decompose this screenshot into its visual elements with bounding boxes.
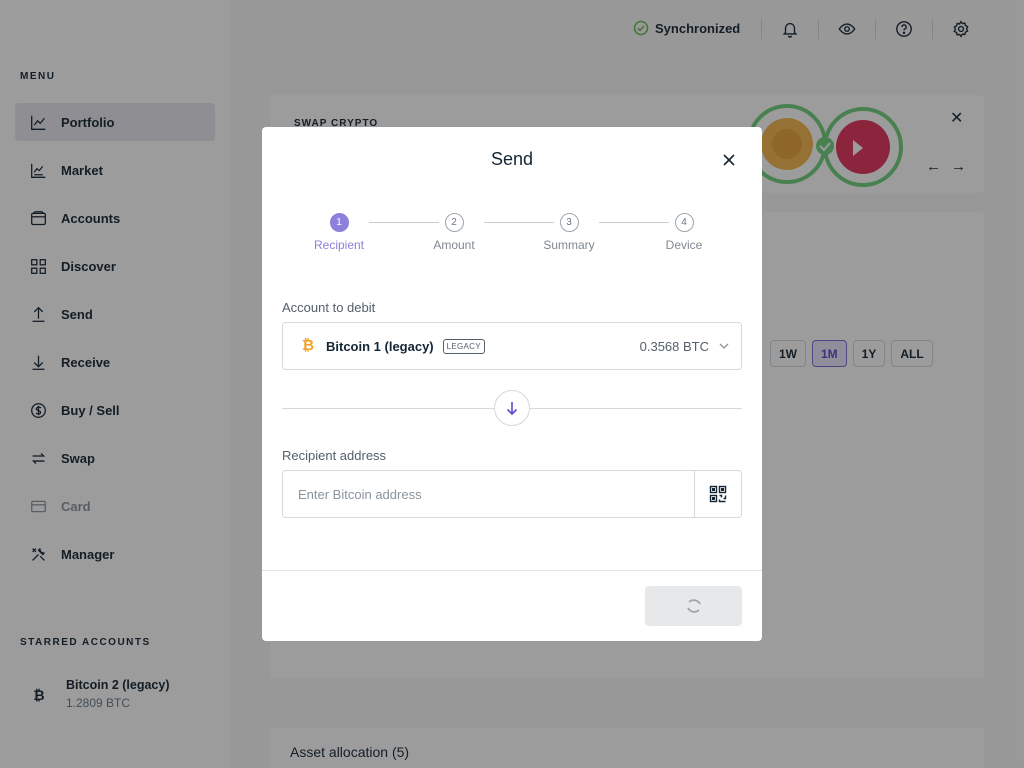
account-name: Bitcoin 1 (legacy) <box>326 338 434 354</box>
continue-button-loading[interactable] <box>645 586 742 626</box>
qr-code-icon <box>709 485 727 503</box>
modal-footer-divider <box>262 570 762 571</box>
step-number: 3 <box>559 213 579 232</box>
close-icon[interactable] <box>721 152 737 168</box>
step-number: 4 <box>674 213 694 232</box>
chevron-down-icon <box>719 343 729 349</box>
loading-spinner-icon <box>686 599 701 613</box>
step-summary: 3 Summary <box>524 213 614 252</box>
recipient-address-label: Recipient address <box>282 448 387 463</box>
step-amount: 2 Amount <box>409 213 499 252</box>
step-number: 1 <box>329 213 349 232</box>
legacy-badge: LEGACY <box>442 338 485 354</box>
step-label: Summary <box>543 238 595 252</box>
step-label: Amount <box>433 238 475 252</box>
send-stepper: 1 Recipient 2 Amount 3 Summary 4 Device <box>282 213 742 253</box>
account-to-debit-label: Account to debit <box>282 300 376 315</box>
qr-code-scan-button[interactable] <box>694 471 741 517</box>
step-label: Recipient <box>313 238 365 252</box>
modal-title: Send <box>490 149 534 169</box>
step-number: 2 <box>444 213 464 232</box>
step-device: 4 Device <box>639 213 729 252</box>
send-modal: Send 1 Recipient 2 Amount 3 Summary 4 De… <box>262 127 762 641</box>
account-select[interactable]: ₿ Bitcoin 1 (legacy) LEGACY 0.3568 BTC <box>282 322 742 370</box>
arrow-down-icon <box>494 390 530 426</box>
account-balance: 0.3568 BTC <box>639 338 709 354</box>
recipient-address-field <box>282 470 742 518</box>
step-label: Device <box>665 238 703 252</box>
bitcoin-icon: ₿ <box>301 337 315 354</box>
step-recipient: 1 Recipient <box>294 213 384 252</box>
recipient-address-input[interactable] <box>283 471 694 517</box>
